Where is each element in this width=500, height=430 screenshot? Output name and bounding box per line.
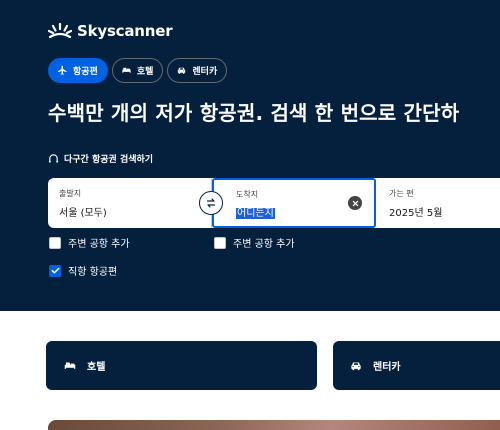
nearby-origin-label: 주변 공항 추가 bbox=[68, 239, 130, 250]
plane-icon bbox=[57, 65, 67, 75]
direct-flights-checkbox[interactable]: 직항 항공편 bbox=[49, 263, 117, 278]
nearby-destination-checkbox[interactable]: 주변 공항 추가 bbox=[214, 235, 295, 250]
tab-car-hire-label: 렌터카 bbox=[192, 67, 218, 77]
checkbox-box[interactable] bbox=[49, 264, 61, 277]
tab-car-hire[interactable]: 렌터카 bbox=[167, 58, 228, 83]
hotels-card-label: 호텔 bbox=[87, 362, 106, 373]
page-headline: 수백만 개의 저가 항공권. 검색 한 번으로 간단하 bbox=[48, 101, 460, 125]
checkbox-box[interactable] bbox=[49, 236, 61, 249]
swap-arrows-icon bbox=[206, 198, 216, 208]
route-arc-icon bbox=[48, 154, 59, 163]
depart-date-value: 2025년 5월 bbox=[389, 208, 443, 219]
close-icon bbox=[352, 200, 358, 206]
tab-hotels[interactable]: 호텔 bbox=[111, 58, 164, 83]
bed-icon bbox=[122, 67, 131, 73]
tab-flights[interactable]: 항공편 bbox=[48, 58, 108, 83]
brand-name: Skyscanner bbox=[77, 22, 173, 40]
depart-date-field[interactable]: 가는 편 2025년 5월 bbox=[376, 178, 500, 228]
flight-search-form: 출발지 서울 (모두) 도착지 어디든지 가는 편 2025년 5월 bbox=[48, 178, 500, 228]
clear-destination-button[interactable] bbox=[348, 196, 362, 210]
hero-section: Skyscanner 항공편 호텔 렌터카 수백만 개의 저가 항공권. 검색 … bbox=[0, 0, 500, 311]
nearby-origin-checkbox[interactable]: 주변 공항 추가 bbox=[49, 235, 130, 250]
origin-label: 출발지 bbox=[59, 189, 82, 198]
swap-button[interactable] bbox=[199, 191, 223, 215]
car-hire-card[interactable]: 렌터카 bbox=[333, 341, 500, 390]
product-tabs: 항공편 호텔 렌터카 bbox=[48, 58, 228, 83]
checkbox-box[interactable] bbox=[214, 236, 226, 249]
car-icon bbox=[178, 67, 186, 74]
tab-flights-label: 항공편 bbox=[73, 67, 98, 77]
sunburst-icon bbox=[48, 22, 72, 39]
multicity-label: 다구간 항공권 검색하기 bbox=[64, 155, 154, 165]
checkmark-icon bbox=[51, 267, 59, 274]
nearby-destination-label: 주변 공항 추가 bbox=[233, 239, 295, 250]
destination-selected-text: 어디든지 bbox=[236, 208, 275, 219]
origin-field[interactable]: 출발지 서울 (모두) bbox=[48, 178, 212, 228]
car-icon bbox=[351, 362, 361, 370]
depart-date-label: 가는 편 bbox=[389, 189, 414, 198]
direct-flights-label: 직항 항공편 bbox=[68, 267, 118, 278]
promo-image[interactable] bbox=[48, 420, 500, 430]
origin-value: 서울 (모두) bbox=[59, 208, 107, 219]
multicity-link[interactable]: 다구간 항공권 검색하기 bbox=[48, 152, 153, 165]
bed-icon bbox=[64, 362, 76, 369]
hotels-card[interactable]: 호텔 bbox=[46, 341, 317, 390]
skyscanner-logo[interactable]: Skyscanner bbox=[48, 20, 173, 42]
car-hire-card-label: 렌터카 bbox=[373, 362, 401, 373]
tab-hotels-label: 호텔 bbox=[136, 67, 154, 77]
